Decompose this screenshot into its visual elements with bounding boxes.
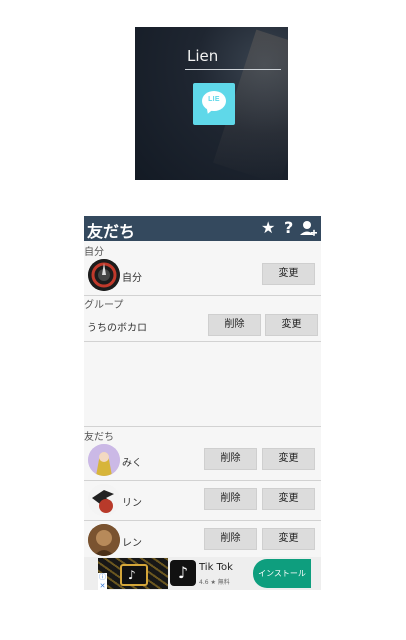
friend-row-len: レン 削除 変更: [84, 522, 321, 560]
friend-change-button[interactable]: 変更: [262, 488, 315, 510]
self-change-button[interactable]: 変更: [262, 263, 315, 285]
ad-banner[interactable]: ♪ ⓘ ✕ ♪ Tik Tok 4.6 ★ 無料 インストール: [84, 557, 321, 590]
tiktok-glyph-icon: ♪: [120, 564, 148, 586]
add-user-icon[interactable]: [299, 220, 317, 238]
friend-name: リン: [122, 498, 142, 509]
avatar: [88, 484, 120, 516]
section-friends-label: 友だち: [84, 432, 114, 443]
app-header: 友だち ★ ?: [84, 216, 321, 241]
ad-app-name: Tik Tok: [199, 562, 233, 573]
divider: [84, 520, 321, 521]
avatar: [88, 259, 120, 291]
group-delete-button[interactable]: 削除: [208, 314, 261, 336]
install-button[interactable]: インストール: [253, 559, 311, 588]
avatar: [88, 524, 120, 556]
svg-text:♪: ♪: [128, 568, 136, 581]
avatar: [88, 444, 120, 476]
friend-name: みく: [122, 458, 142, 469]
ad-image[interactable]: ♪ ⓘ ✕: [98, 558, 168, 590]
self-row: 自分 変更: [84, 256, 321, 294]
preview-underline: [185, 69, 281, 70]
lie-app-icon[interactable]: LIE: [193, 83, 235, 125]
app-window: 友だち ★ ? 自分 自分 変更 グループ うちのボカロ 削除 変更 友だち み…: [84, 216, 321, 590]
group-change-button[interactable]: 変更: [265, 314, 318, 336]
widget-preview: Lien LIE: [135, 27, 288, 180]
friend-row-rin: リン 削除 変更: [84, 482, 321, 520]
divider: [84, 480, 321, 481]
ad-close-icon[interactable]: ✕: [98, 582, 107, 590]
app-icon-text: LIE: [208, 96, 220, 103]
divider: [84, 341, 321, 342]
ad-info-icon[interactable]: ⓘ: [98, 573, 107, 582]
friend-change-button[interactable]: 変更: [262, 528, 315, 550]
ad-rating: 4.6 ★ 無料: [199, 579, 230, 586]
friend-name: レン: [122, 538, 142, 549]
friend-delete-button[interactable]: 削除: [204, 448, 257, 470]
friend-change-button[interactable]: 変更: [262, 448, 315, 470]
friend-delete-button[interactable]: 削除: [204, 488, 257, 510]
preview-title: Lien: [187, 47, 219, 65]
speech-bubble-icon: LIE: [202, 91, 226, 111]
group-name: うちのボカロ: [87, 323, 147, 334]
divider: [84, 426, 321, 427]
tiktok-logo-icon: ♪: [170, 560, 196, 586]
group-row: うちのボカロ 削除 変更: [84, 309, 321, 341]
friend-row-miku: みく 削除 変更: [84, 442, 321, 480]
friend-delete-button[interactable]: 削除: [204, 528, 257, 550]
star-icon[interactable]: ★: [261, 219, 275, 237]
help-icon[interactable]: ?: [284, 219, 293, 237]
self-name: 自分: [122, 273, 142, 284]
page-title: 友だち: [87, 222, 136, 241]
